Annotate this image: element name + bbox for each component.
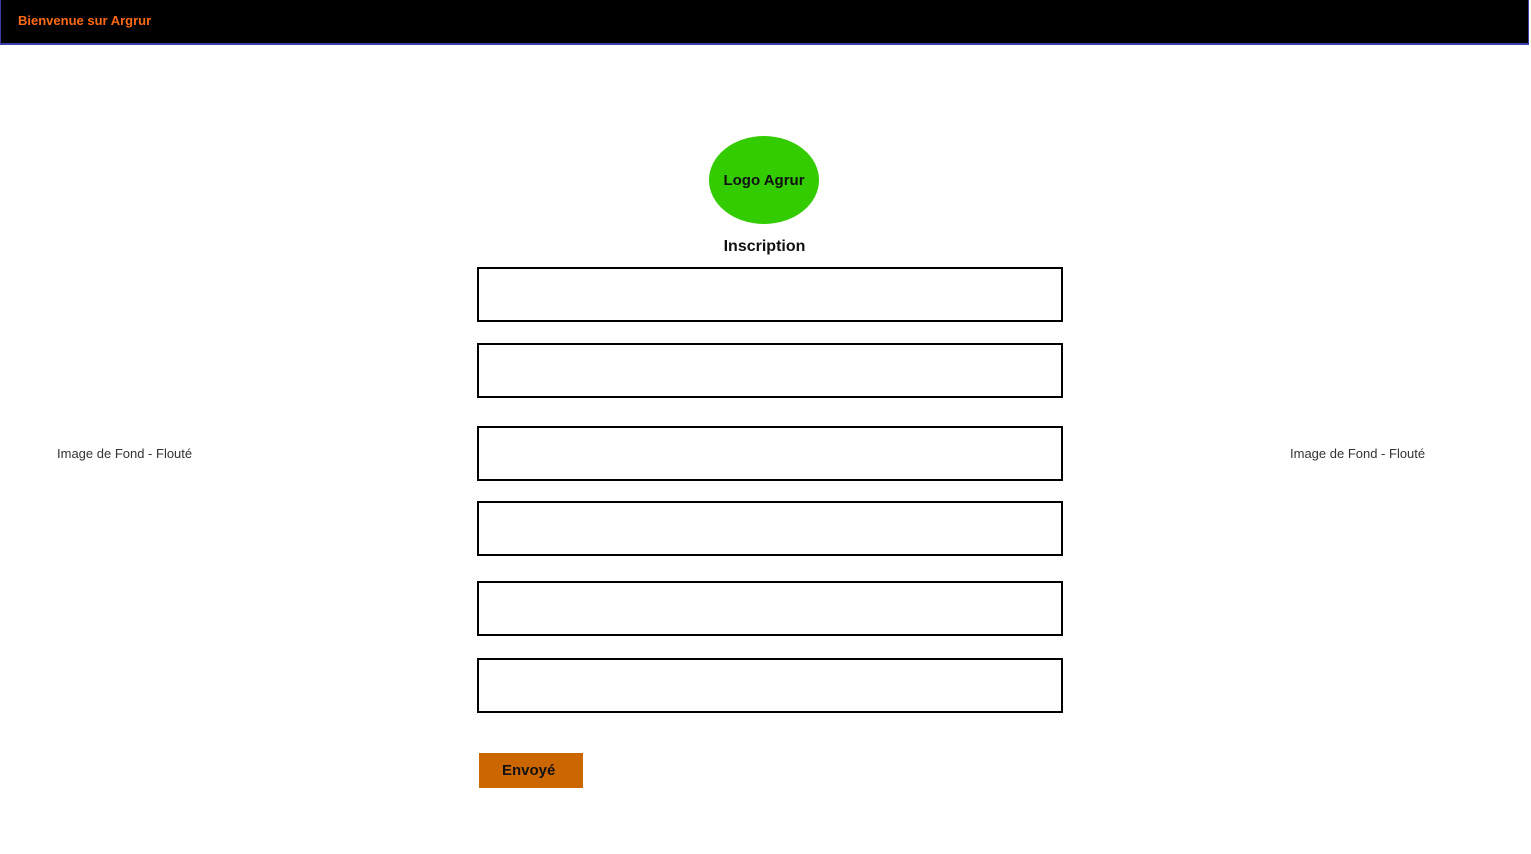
logo-text: Logo Agrur — [723, 171, 805, 189]
logo: Logo Agrur — [709, 136, 819, 224]
background-image-right-label: Image de Fond - Flouté — [1290, 446, 1426, 461]
form-field-3[interactable] — [477, 426, 1063, 481]
background-image-left-label: Image de Fond - Flouté — [57, 446, 193, 461]
form-field-1[interactable] — [477, 267, 1063, 322]
submit-button[interactable]: Envoyé — [479, 753, 583, 788]
form-field-4[interactable] — [477, 501, 1063, 556]
page: Bienvenue sur Argrur Logo Agrur Inscript… — [0, 0, 1531, 854]
form-field-2[interactable] — [477, 343, 1063, 398]
header-bar: Bienvenue sur Argrur — [0, 0, 1529, 45]
form-field-5[interactable] — [477, 581, 1063, 636]
form-title: Inscription — [723, 238, 806, 255]
form-field-6[interactable] — [477, 658, 1063, 713]
header-title: Bienvenue sur Argrur — [18, 13, 152, 28]
